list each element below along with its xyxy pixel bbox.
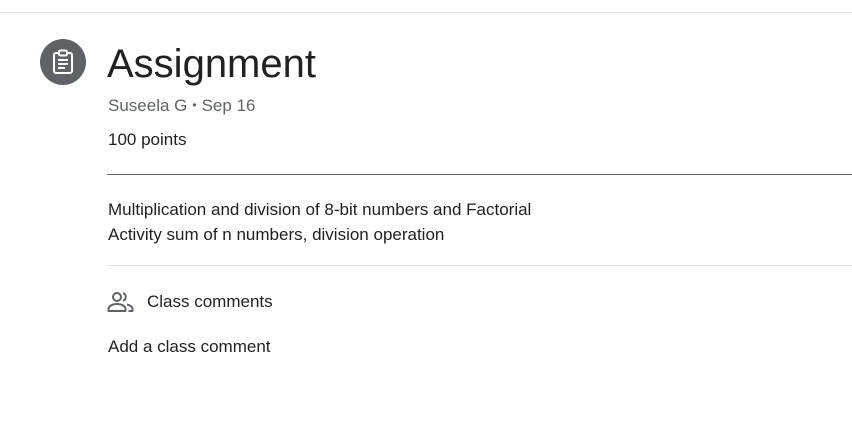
page-title: Assignment	[107, 42, 316, 86]
class-comments-label: Class comments	[147, 292, 273, 311]
assignment-meta: Suseela G • Sep 16	[108, 95, 255, 118]
comments-divider	[107, 265, 852, 266]
points-label: 100 points	[108, 130, 187, 149]
assignment-icon	[40, 39, 86, 85]
clipboard-icon	[53, 49, 73, 74]
header-divider	[107, 174, 852, 175]
description-line-1: Multiplication and division of 8-bit num…	[108, 200, 532, 219]
add-class-comment-button[interactable]: Add a class comment	[108, 336, 271, 358]
people-icon	[107, 290, 135, 314]
top-divider	[0, 12, 852, 13]
author-name: Suseela G	[108, 96, 188, 115]
post-date: Sep 16	[201, 96, 256, 115]
assignment-description: Multiplication and division of 8-bit num…	[108, 197, 531, 247]
meta-separator: •	[192, 98, 197, 112]
class-comments-header: Class comments	[107, 290, 273, 314]
description-line-2: Activity sum of n numbers, division oper…	[108, 225, 445, 244]
